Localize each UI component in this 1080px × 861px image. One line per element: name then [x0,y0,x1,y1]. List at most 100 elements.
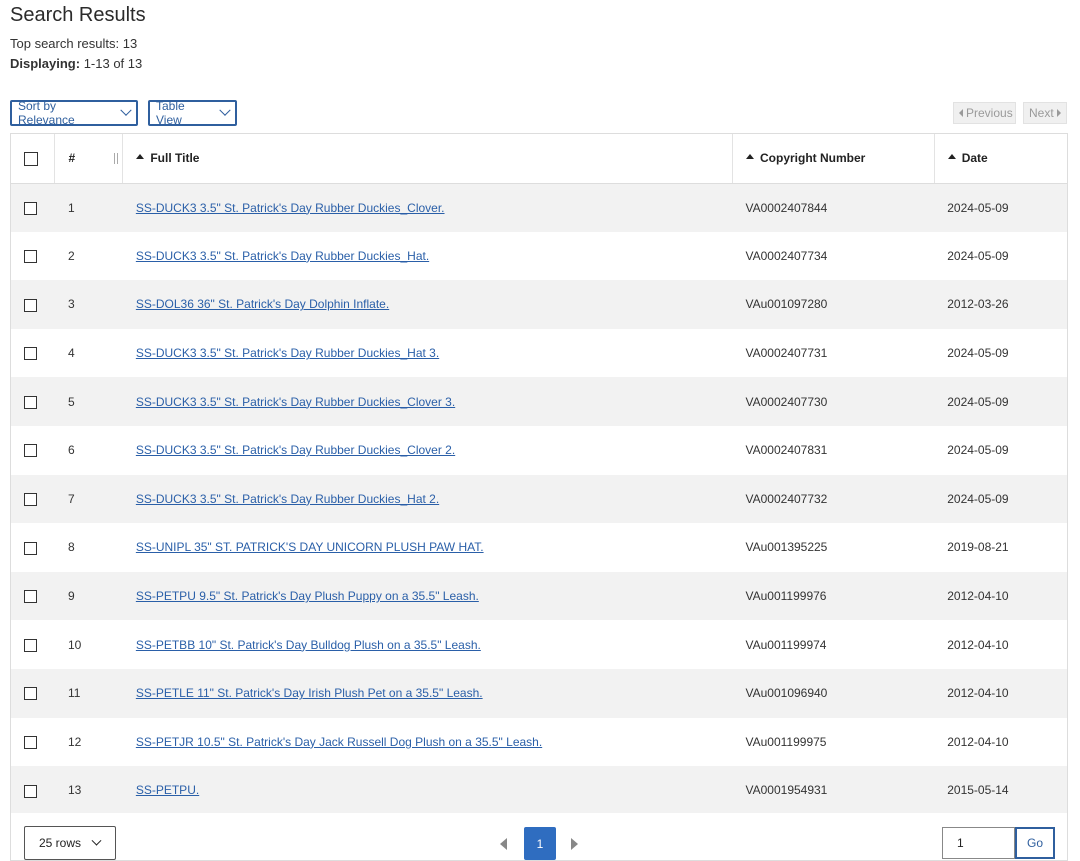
row-select-cell [11,668,55,718]
view-select[interactable]: Table View [148,99,237,127]
row-number: 13 [54,766,123,815]
row-title-cell: SS-PETLE 11" St. Patrick's Day Irish Plu… [122,668,733,718]
row-title-link[interactable]: SS-PETPU 9.5" St. Patrick's Day Plush Pu… [136,589,479,603]
sort-select-label: Sort by Relevance [18,99,75,127]
row-copyright-number: VA0002407831 [732,425,935,475]
displaying-range: Displaying: 1-13 of 13 [10,56,142,71]
row-checkbox[interactable] [24,638,37,652]
row-title-link[interactable]: SS-PETLE 11" St. Patrick's Day Irish Plu… [136,686,483,700]
row-checkbox[interactable] [24,541,37,555]
column-copyright-label: Copyright Number [760,151,866,166]
table-row: 4 SS-DUCK3 3.5" St. Patrick's Day Rubber … [11,328,1067,378]
column-resize-handle[interactable] [114,153,119,164]
row-date: 2024-05-09 [934,183,1067,232]
select-all-header [11,134,56,184]
row-date: 2024-05-09 [934,474,1067,524]
row-copyright-number: VA0002407730 [732,377,935,426]
row-number: 4 [54,328,123,378]
row-select-cell [11,620,55,669]
chevron-down-icon [120,104,132,116]
row-checkbox[interactable] [24,444,37,458]
row-date: 2024-05-09 [934,377,1067,426]
row-title-link[interactable]: SS-PETPU. [136,783,199,797]
row-title-cell: SS-DUCK3 3.5" St. Patrick's Day Rubber D… [122,474,733,524]
row-title-link[interactable]: SS-PETBB 10" St. Patrick's Day Bulldog P… [136,638,481,652]
column-number-label: # [68,151,76,166]
goto-page-input[interactable] [942,827,1015,859]
row-title-link[interactable]: SS-PETJR 10.5" St. Patrick's Day Jack Ru… [136,735,542,749]
row-number: 9 [54,571,123,621]
table-row: 8 SS-UNIPL 35" ST. PATRICK'S DAY UNICORN … [11,523,1067,572]
row-title-cell: SS-PETPU. [122,766,733,815]
go-button[interactable]: Go [1015,827,1055,859]
row-select-cell [11,717,55,767]
row-select-cell [11,425,55,475]
displaying-label: Displaying: [10,56,81,71]
view-select-label: Table View [156,99,185,127]
column-header-date[interactable]: Date [934,134,1067,184]
sort-select[interactable]: Sort by Relevance [10,99,138,127]
row-checkbox[interactable] [24,395,37,409]
rows-per-page-select[interactable]: 25 rows [24,826,116,860]
next-button[interactable]: Next [1023,102,1067,124]
row-title-link[interactable]: SS-DOL36 36" St. Patrick's Day Dolphin I… [136,297,389,311]
previous-label: Previous [966,106,1013,120]
row-title-cell: SS-DUCK3 3.5" St. Patrick's Day Rubber D… [122,328,733,378]
row-checkbox[interactable] [24,493,37,507]
page-current-button[interactable]: 1 [524,827,556,860]
row-checkbox[interactable] [24,784,37,798]
row-date: 2012-04-10 [934,620,1067,669]
row-title-link[interactable]: SS-DUCK3 3.5" St. Patrick's Day Rubber D… [136,249,429,263]
row-title-link[interactable]: SS-DUCK3 3.5" St. Patrick's Day Rubber D… [136,346,439,360]
page-title: Search Results [10,4,146,26]
row-title-cell: SS-DOL36 36" St. Patrick's Day Dolphin I… [122,280,733,329]
row-checkbox[interactable] [24,201,37,215]
page-previous-icon[interactable] [500,838,507,850]
select-all-checkbox[interactable] [24,151,38,166]
row-checkbox[interactable] [24,250,37,264]
row-copyright-number: VA0001954931 [732,766,935,815]
row-copyright-number: VAu001199976 [732,571,935,621]
row-title-link[interactable]: SS-UNIPL 35" ST. PATRICK'S DAY UNICORN P… [136,540,484,554]
row-checkbox[interactable] [24,735,37,749]
row-date: 2012-04-10 [934,571,1067,621]
row-date: 2012-04-10 [934,668,1067,718]
row-checkbox[interactable] [24,347,37,361]
row-checkbox[interactable] [24,590,37,604]
row-select-cell [11,280,55,329]
column-header-full-title[interactable]: Full Title [122,134,733,184]
sort-ascending-icon [947,154,956,160]
top-results-count: Top search results: 13 [10,36,138,51]
row-title-link[interactable]: SS-DUCK3 3.5" St. Patrick's Day Rubber D… [136,443,455,457]
row-date: 2012-04-10 [934,717,1067,767]
table-row: 7 SS-DUCK3 3.5" St. Patrick's Day Rubber … [11,474,1067,524]
row-copyright-number: VAu001395225 [732,523,935,572]
column-header-number: # [54,134,124,184]
row-copyright-number: VAu001097280 [732,280,935,329]
row-select-cell [11,766,55,815]
results-table: # Full Title Copyright Number Date 1 SS-D… [10,133,1068,816]
column-date-label: Date [961,151,988,166]
column-full-title-label: Full Title [150,151,200,166]
table-row: 12 SS-PETJR 10.5" St. Patrick's Day Jack … [11,717,1067,767]
row-number: 1 [54,183,123,232]
row-number: 5 [54,377,123,426]
table-row: 10 SS-PETBB 10" St. Patrick's Day Bulldog… [11,620,1067,669]
row-title-cell: SS-PETBB 10" St. Patrick's Day Bulldog P… [122,620,733,669]
row-select-cell [11,571,55,621]
row-number: 2 [54,231,123,281]
row-date: 2024-05-09 [934,425,1067,475]
row-checkbox[interactable] [24,687,37,701]
table-row: 5 SS-DUCK3 3.5" St. Patrick's Day Rubber … [11,377,1067,426]
row-checkbox[interactable] [24,298,37,312]
column-header-copyright-number[interactable]: Copyright Number [732,134,935,184]
row-title-link[interactable]: SS-DUCK3 3.5" St. Patrick's Day Rubber D… [136,492,439,506]
row-number: 7 [54,474,123,524]
previous-button[interactable]: Previous [953,102,1016,124]
row-copyright-number: VA0002407844 [732,183,935,232]
row-title-cell: SS-DUCK3 3.5" St. Patrick's Day Rubber D… [122,377,733,426]
row-date: 2015-05-14 [934,766,1067,815]
row-title-link[interactable]: SS-DUCK3 3.5" St. Patrick's Day Rubber D… [136,201,445,215]
row-title-link[interactable]: SS-DUCK3 3.5" St. Patrick's Day Rubber D… [136,395,455,409]
page-next-icon[interactable] [571,838,578,850]
